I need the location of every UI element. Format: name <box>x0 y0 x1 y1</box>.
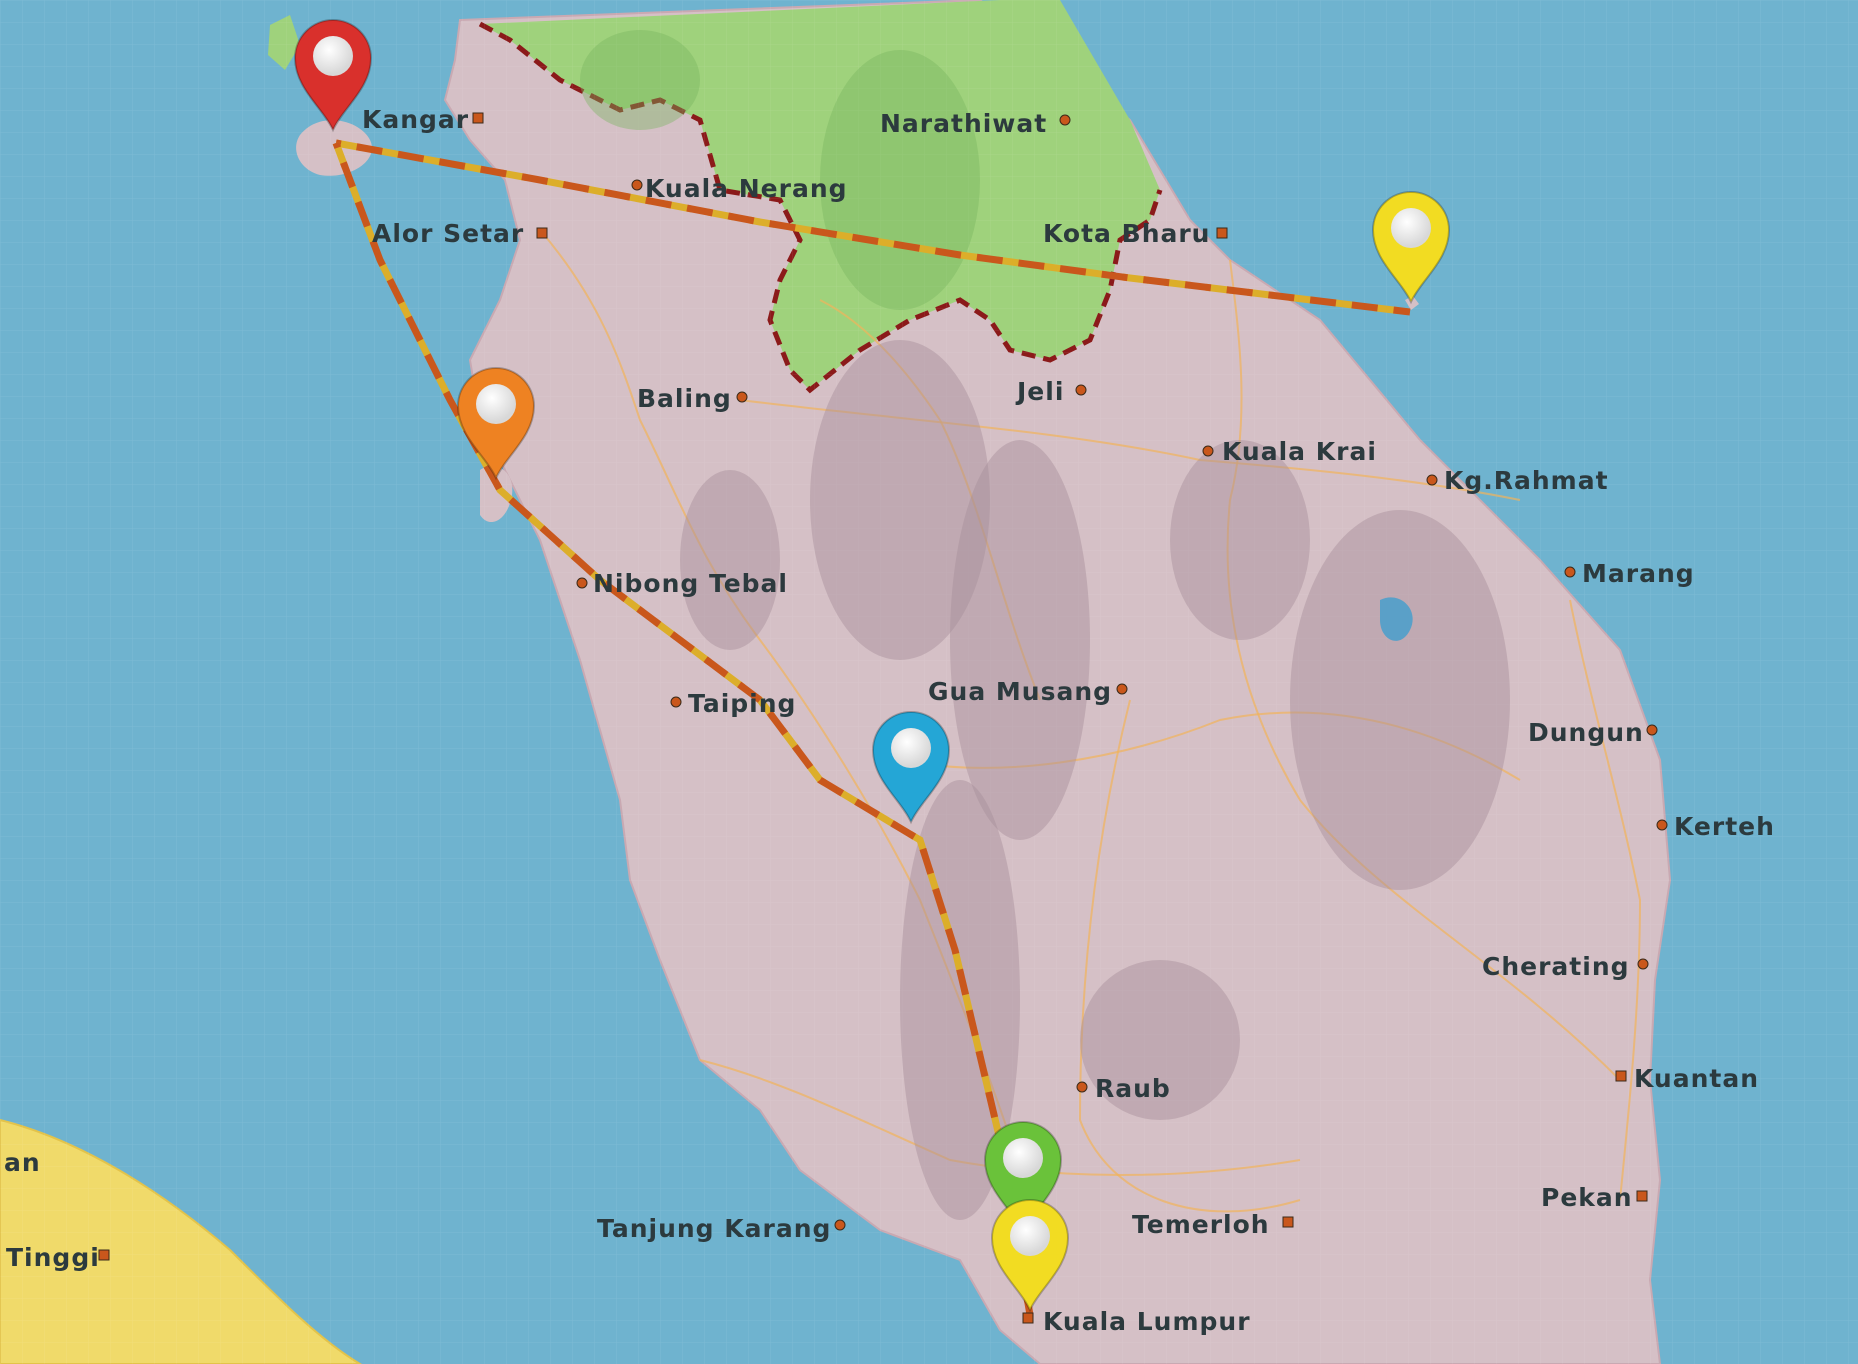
place-label-gua-musang: Gua Musang <box>928 677 1112 706</box>
place-label-kota-bharu: Kota Bharu <box>1043 219 1210 248</box>
map-view[interactable]: Kangar Narathiwat Kuala Nerang Alor Setar Ko… <box>0 0 1858 1364</box>
place-dot-jeli <box>1075 384 1087 396</box>
place-label-tinggi: Tinggi <box>6 1243 100 1272</box>
place-label-kuala-krai: Kuala Krai <box>1222 437 1377 466</box>
place-dot-taiping <box>670 696 682 708</box>
place-label-taiping: Taiping <box>688 689 796 718</box>
place-label-alor-setar: Alor Setar <box>372 219 524 248</box>
marker-yellow-kl-center-dot <box>1010 1216 1050 1256</box>
place-dot-tinggi <box>98 1249 110 1261</box>
place-label-tanjung-karang: Tanjung Karang <box>597 1214 831 1243</box>
place-dot-baling <box>736 391 748 403</box>
place-label-kuala-nerang: Kuala Nerang <box>645 174 848 203</box>
marker-green-center-dot <box>1003 1138 1043 1178</box>
place-dot-marang <box>1564 566 1576 578</box>
place-dot-kota-bharu <box>1216 227 1228 239</box>
place-dot-cherating <box>1637 958 1649 970</box>
place-dot-kuala-nerang <box>631 179 643 191</box>
place-dot-dungun <box>1646 724 1658 736</box>
place-label-temerloh: Temerloh <box>1132 1210 1270 1239</box>
place-dot-raub <box>1076 1081 1088 1093</box>
place-label-kg-rahmat: Kg.Rahmat <box>1444 466 1609 495</box>
place-label-marang: Marang <box>1582 559 1695 588</box>
place-dot-kuantan <box>1615 1070 1627 1082</box>
marker-yellow-east-center-dot <box>1391 208 1431 248</box>
marker-blue-center-dot <box>891 728 931 768</box>
place-dot-kerteh <box>1656 819 1668 831</box>
place-label-narathiwat: Narathiwat <box>880 109 1047 138</box>
place-label-raub: Raub <box>1095 1074 1171 1103</box>
place-dot-gua-musang <box>1116 683 1128 695</box>
place-dot-narathiwat <box>1059 114 1071 126</box>
place-label-kuala-lumpur: Kuala Lumpur <box>1043 1307 1251 1336</box>
place-label-dungun: Dungun <box>1528 718 1644 747</box>
place-dot-alor-setar <box>536 227 548 239</box>
place-label-an: an <box>4 1148 41 1177</box>
map-canvas[interactable]: Kangar Narathiwat Kuala Nerang Alor Setar Ko… <box>0 0 1858 1364</box>
place-label-nibong-tebal: Nibong Tebal <box>593 569 788 598</box>
place-dot-kuala-lumpur <box>1022 1312 1034 1324</box>
place-label-kerteh: Kerteh <box>1674 812 1775 841</box>
place-dot-tanjung-karang <box>834 1219 846 1231</box>
place-dot-kangar <box>472 112 484 124</box>
place-dot-kg-rahmat <box>1426 474 1438 486</box>
place-dot-kuala-krai <box>1202 445 1214 457</box>
place-label-kuantan: Kuantan <box>1634 1064 1759 1093</box>
place-label-cherating: Cherating <box>1482 952 1630 981</box>
marker-red-center-dot <box>313 36 353 76</box>
marker-orange-center-dot <box>476 384 516 424</box>
place-label-pekan: Pekan <box>1541 1183 1633 1212</box>
place-dot-temerloh <box>1282 1216 1294 1228</box>
place-dot-pekan <box>1636 1190 1648 1202</box>
place-label-baling: Baling <box>637 384 732 413</box>
place-dot-nibong-tebal <box>576 577 588 589</box>
place-label-jeli: Jeli <box>1015 377 1064 406</box>
place-label-kangar: Kangar <box>362 105 469 134</box>
